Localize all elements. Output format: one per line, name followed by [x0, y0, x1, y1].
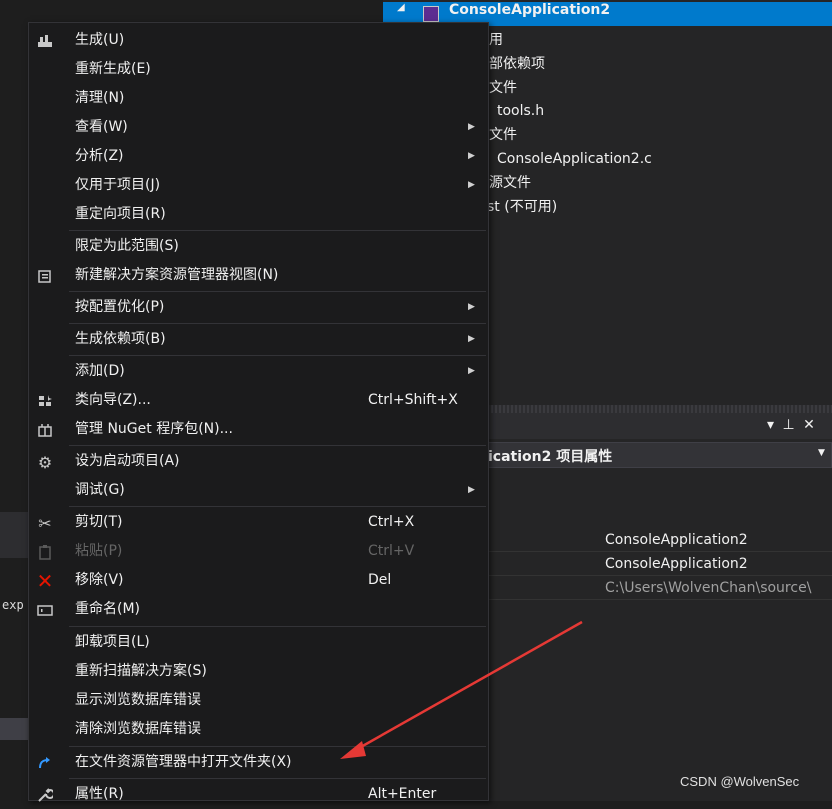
annotation-arrow [340, 620, 583, 759]
watermark: CSDN @WolvenSec [680, 774, 800, 789]
